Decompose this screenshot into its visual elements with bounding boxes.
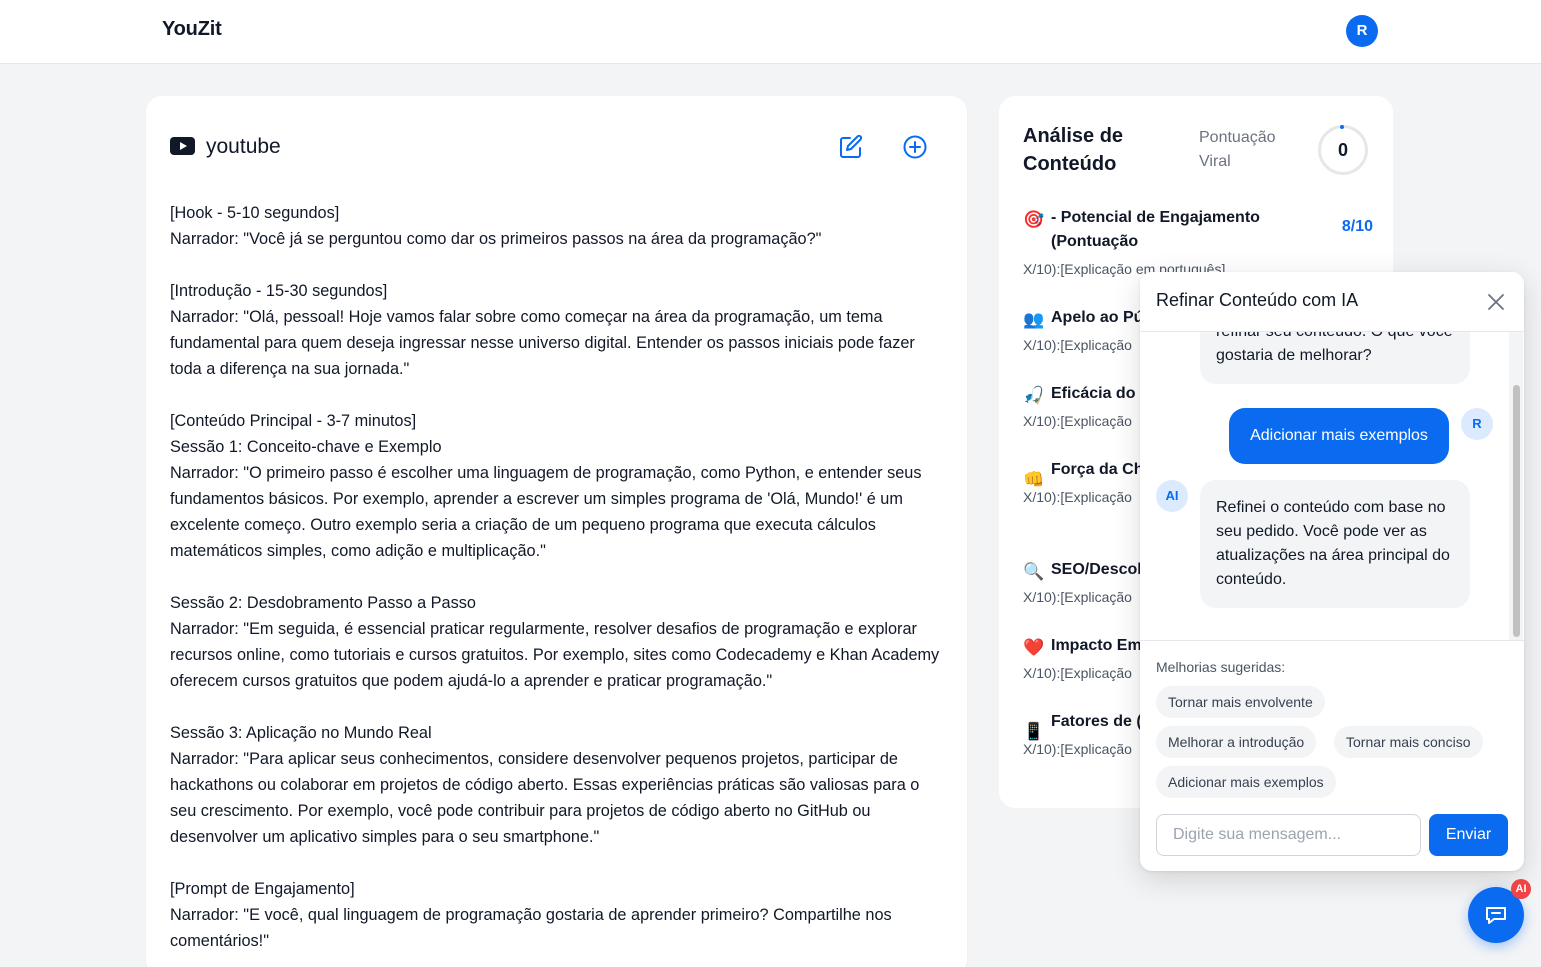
script-line: [Hook - 5-10 segundos] bbox=[170, 204, 340, 222]
suggestion-chip[interactable]: Tornar mais conciso bbox=[1334, 726, 1483, 758]
script-line: Sessão 1: Conceito-chave e Exemplo bbox=[170, 438, 442, 456]
chat-messages[interactable]: refinar seu conteúdo. O que você gostari… bbox=[1140, 332, 1524, 640]
fist-icon: 👊 bbox=[1023, 470, 1045, 489]
edit-icon[interactable] bbox=[838, 134, 864, 160]
chat-header: Refinar Conteúdo com IA bbox=[1140, 272, 1524, 332]
script-line: Narrador: "Em seguida, é essencial prati… bbox=[170, 620, 940, 690]
chat-icon bbox=[1486, 907, 1506, 924]
plus-circle-icon[interactable] bbox=[902, 134, 928, 160]
script-line: Narrador: "Você já se perguntou como dar… bbox=[170, 230, 822, 248]
user-avatar[interactable]: R bbox=[1346, 15, 1378, 47]
script-line bbox=[170, 694, 945, 720]
people-icon: 👥 bbox=[1023, 310, 1045, 329]
suggestion-chip[interactable]: Adicionar mais exemplos bbox=[1156, 766, 1336, 798]
suggestions-label: Melhorias sugeridas: bbox=[1156, 659, 1286, 675]
suggestions-area: Melhorias sugeridas: Tornar mais envolve… bbox=[1140, 640, 1524, 871]
metric-score: 8/10 bbox=[1341, 218, 1373, 235]
script-content: [Hook - 5-10 segundos] Narrador: "Você j… bbox=[170, 200, 945, 954]
script-line: [Prompt de Engajamento] bbox=[170, 880, 355, 898]
analysis-title: Análise de Conteúdo bbox=[1023, 125, 1124, 175]
script-line: Narrador: "E você, qual linguagem de pro… bbox=[170, 906, 892, 950]
user-chat-avatar: R bbox=[1461, 408, 1493, 440]
script-line bbox=[170, 564, 945, 590]
script-line: Narrador: "O primeiro passo é escolher u… bbox=[170, 464, 922, 560]
script-line bbox=[170, 850, 945, 876]
content-header: youtube bbox=[170, 134, 943, 162]
script-line bbox=[170, 252, 945, 278]
ai-badge: AI bbox=[1511, 879, 1531, 899]
ai-chat-panel: Refinar Conteúdo com IA refinar seu cont… bbox=[1140, 272, 1524, 871]
script-line: Narrador: "Olá, pessoal! Hoje vamos fala… bbox=[170, 308, 915, 378]
user-message: Adicionar mais exemplos bbox=[1229, 408, 1449, 464]
platform-name: youtube bbox=[206, 135, 281, 158]
chat-title: Refinar Conteúdo com IA bbox=[1156, 290, 1359, 310]
close-icon[interactable] bbox=[1486, 292, 1506, 312]
metric-item: 🎯 - Potencial de Engajamento (Pontuação … bbox=[1023, 206, 1373, 278]
phone-icon: 📱 bbox=[1023, 722, 1045, 741]
suggestion-chip[interactable]: Melhorar a introdução bbox=[1156, 726, 1317, 758]
ai-message: Refinei o conteúdo com base no seu pedid… bbox=[1200, 480, 1470, 608]
chat-message-input[interactable] bbox=[1156, 814, 1421, 856]
script-line: Narrador: "Para aplicar seus conheciment… bbox=[170, 750, 920, 846]
target-icon: 🎯 bbox=[1023, 210, 1045, 229]
ai-message: refinar seu conteúdo. O que você gostari… bbox=[1200, 332, 1470, 384]
fishing-icon: 🎣 bbox=[1023, 386, 1045, 405]
score-progress-dot bbox=[1340, 125, 1344, 129]
suggestion-chip[interactable]: Tornar mais envolvente bbox=[1156, 686, 1325, 718]
send-button[interactable]: Enviar bbox=[1429, 814, 1508, 856]
ai-chat-avatar: AI bbox=[1156, 480, 1188, 512]
script-line bbox=[170, 382, 945, 408]
top-nav: YouZit R bbox=[0, 0, 1541, 64]
script-line: Sessão 2: Desdobramento Passo a Passo bbox=[170, 594, 476, 612]
viral-score: 0 bbox=[1318, 125, 1368, 175]
chat-scrollbar-thumb[interactable] bbox=[1513, 385, 1520, 637]
script-line: [Conteúdo Principal - 3-7 minutos] bbox=[170, 412, 417, 430]
score-label: Pontuação Viral bbox=[1199, 129, 1276, 170]
youtube-icon bbox=[170, 137, 195, 155]
content-card: youtube [Hook - 5-10 segundos] Narrador:… bbox=[146, 96, 967, 967]
script-line: Sessão 3: Aplicação no Mundo Real bbox=[170, 724, 432, 742]
script-line: [Introdução - 15-30 segundos] bbox=[170, 282, 388, 300]
heart-icon: ❤️ bbox=[1023, 638, 1045, 657]
brand-logo[interactable]: YouZit bbox=[162, 18, 222, 41]
magnifier-icon: 🔍 bbox=[1023, 562, 1045, 581]
metric-name: - Potencial de Engajamento (Pontuação bbox=[1051, 209, 1260, 250]
